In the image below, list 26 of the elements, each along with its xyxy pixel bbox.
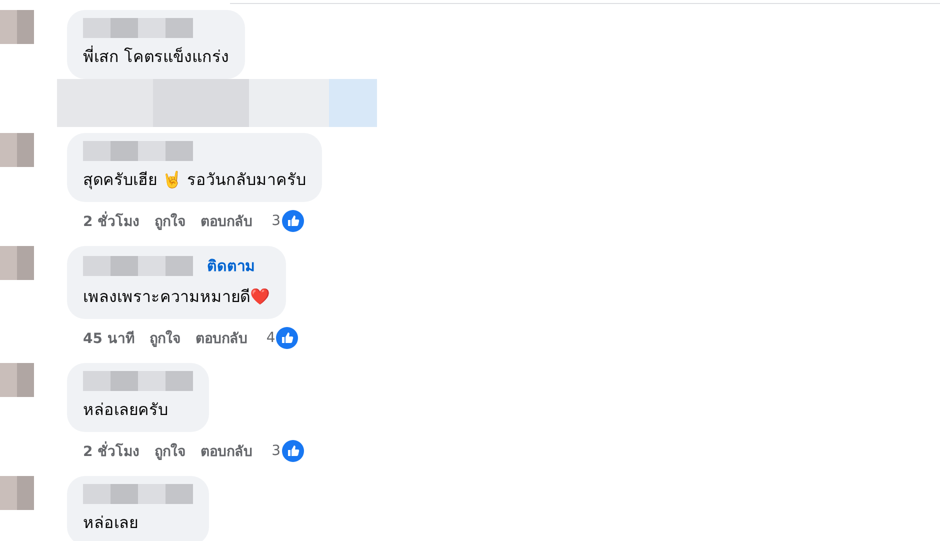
comment-text: เพลงเพราะความหมายดี❤ bbox=[83, 286, 270, 308]
comment-text: หล่อเลย bbox=[83, 512, 139, 534]
pixelated-avatar bbox=[0, 133, 34, 167]
pixelated-avatar bbox=[0, 476, 34, 510]
thumbs-up-icon bbox=[282, 210, 304, 232]
reaction-count: 3 bbox=[272, 443, 281, 459]
reply-link[interactable]: ตอบกลับ bbox=[200, 210, 253, 232]
pixelated-avatar bbox=[0, 10, 34, 44]
pixelated-avatar bbox=[0, 246, 34, 280]
reaction-count: 4 bbox=[266, 330, 276, 346]
follow-link[interactable]: ติดตาม bbox=[207, 254, 255, 278]
like-link[interactable]: ถูกใจ bbox=[149, 327, 180, 349]
comment-text: หล่อเลยครับ bbox=[83, 399, 169, 421]
reaction-count: 3 bbox=[272, 213, 281, 229]
like-link[interactable]: ถูกใจ bbox=[154, 440, 186, 462]
thumbs-up-icon bbox=[276, 327, 298, 349]
comment-time[interactable]: 45 นาที bbox=[83, 327, 134, 349]
comment-time[interactable]: 2 ชั่วโมง bbox=[83, 440, 140, 462]
comment-text: สุดครับเฮีย 🤘 รอวันกลับมาครับ bbox=[83, 169, 306, 192]
comment-time[interactable]: 2 ชั่วโมง bbox=[83, 210, 140, 232]
thumbs-up-icon bbox=[282, 440, 304, 462]
pixelated-avatar bbox=[0, 363, 34, 397]
comment-text: พี่เสก โคตรแข็งแกร่ง bbox=[83, 44, 230, 68]
reply-link[interactable]: ตอบกลับ bbox=[195, 327, 248, 349]
like-link[interactable]: ถูกใจ bbox=[154, 210, 186, 232]
reply-link[interactable]: ตอบกลับ bbox=[200, 440, 253, 462]
